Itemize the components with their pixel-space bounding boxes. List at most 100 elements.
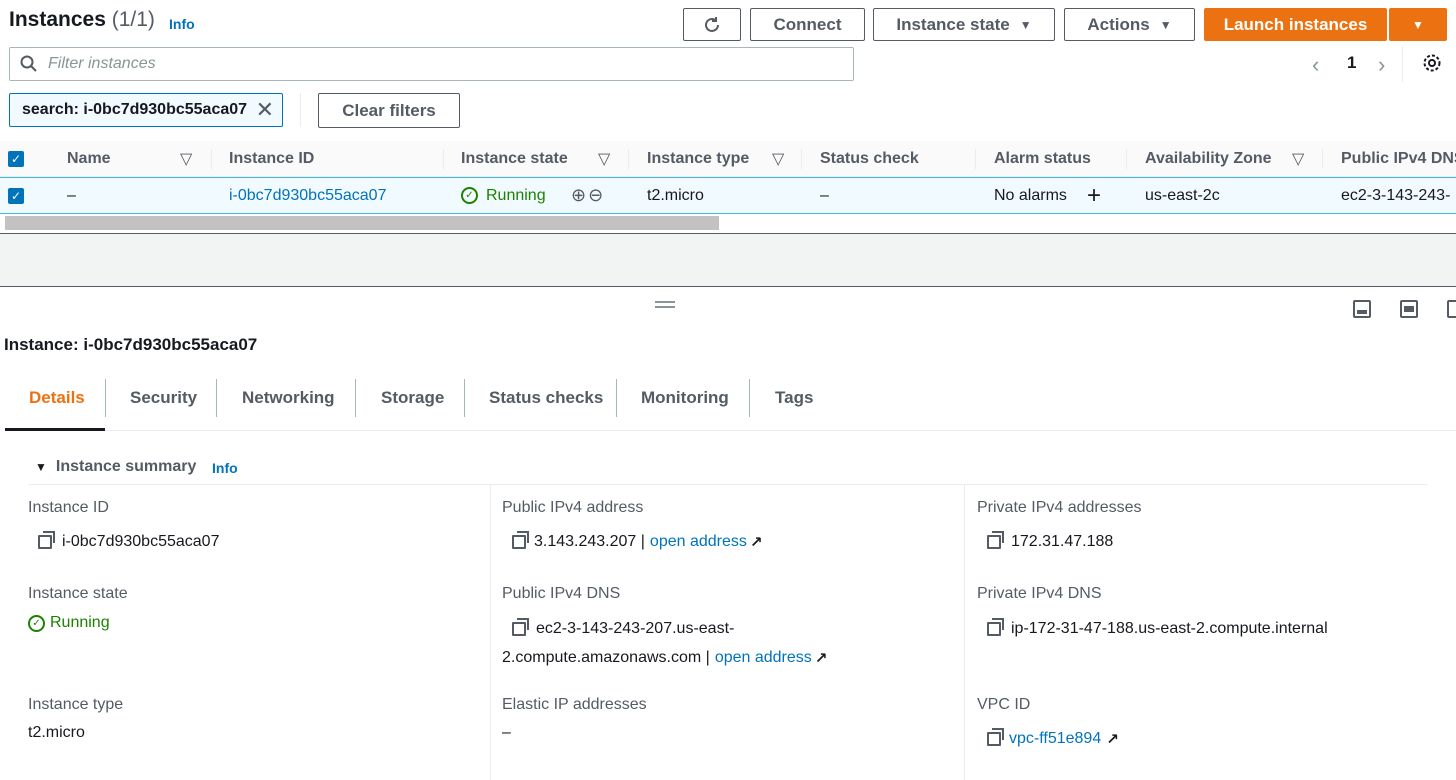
tab-divider — [616, 379, 617, 417]
tab-storage[interactable]: Storage — [381, 365, 444, 431]
page-number[interactable]: 1 — [1347, 53, 1356, 73]
settings-gear-icon[interactable] — [1422, 53, 1442, 78]
page-title: Instances (1/1) — [9, 8, 155, 32]
col-instance-type[interactable]: Instance type — [647, 141, 749, 177]
vpc-link[interactable]: vpc-ff51e894 — [1009, 730, 1101, 748]
external-link-icon[interactable]: ↗ — [815, 649, 828, 667]
tab-tags[interactable]: Tags — [775, 365, 813, 431]
column-divider — [964, 485, 965, 780]
actions-button[interactable]: Actions ▼ — [1064, 8, 1195, 41]
external-link-icon[interactable]: ↗ — [750, 533, 763, 551]
copy-icon[interactable] — [512, 531, 529, 549]
check-icon: ✓ — [8, 151, 24, 167]
col-availability-zone[interactable]: Availability Zone — [1145, 141, 1272, 177]
copy-icon[interactable] — [38, 531, 55, 549]
row-checkbox[interactable]: ✓ — [8, 178, 24, 213]
tab-divider — [749, 379, 750, 417]
panel-side-icon[interactable] — [1447, 300, 1456, 318]
zoom-out-icon[interactable]: ⊖ — [588, 185, 603, 206]
copy-icon[interactable] — [987, 728, 1004, 746]
label-instance-state: Instance state — [28, 585, 128, 602]
search-icon — [20, 55, 37, 72]
cell-dns: ec2-3-143-243- — [1341, 186, 1451, 204]
clear-filters-button[interactable]: Clear filters — [318, 93, 460, 128]
info-link[interactable]: Info — [169, 16, 195, 32]
tab-details[interactable]: Details — [29, 365, 85, 431]
drag-handle-icon[interactable] — [655, 301, 675, 303]
sort-icon[interactable]: ▽ — [180, 141, 192, 177]
close-icon[interactable]: ✕ — [256, 97, 274, 123]
value-public-dns-line2: 2.compute.amazonaws.com | open address ↗ — [502, 649, 827, 667]
tab-divider — [464, 379, 465, 417]
section-divider — [28, 484, 1428, 485]
select-all-checkbox[interactable]: ✓ — [8, 141, 24, 177]
label-elastic-ip: Elastic IP addresses — [502, 696, 647, 713]
connect-button[interactable]: Connect — [750, 8, 865, 41]
tab-status-checks[interactable]: Status checks — [489, 365, 603, 431]
column-divider — [1322, 149, 1323, 169]
tab-security[interactable]: Security — [130, 365, 197, 431]
sort-icon[interactable]: ▽ — [598, 141, 610, 177]
column-divider — [443, 149, 444, 169]
tab-monitoring[interactable]: Monitoring — [641, 365, 729, 431]
column-divider — [628, 149, 629, 169]
open-address-link[interactable]: open address — [650, 533, 747, 551]
detail-tabs: Details Security Networking Storage Stat… — [5, 365, 1456, 431]
drag-handle-icon-line — [655, 306, 675, 308]
public-dns-text-2: 2.compute.amazonaws.com | — [502, 649, 710, 666]
tab-divider — [105, 379, 106, 417]
label-instance-id: Instance ID — [28, 499, 109, 516]
label-public-ip: Public IPv4 address — [502, 499, 644, 516]
filter-token[interactable]: search: i-0bc7d930bc55aca07 ✕ — [9, 93, 283, 127]
value-private-ip: 172.31.47.188 — [987, 531, 1114, 551]
pagination-divider — [1402, 46, 1403, 82]
col-public-dns[interactable]: Public IPv4 DNS — [1341, 141, 1456, 177]
toolbar-divider — [300, 93, 301, 127]
active-tab-indicator — [5, 428, 105, 431]
summary-info-link[interactable]: Info — [212, 460, 238, 476]
tab-networking[interactable]: Networking — [242, 365, 335, 431]
col-status-check[interactable]: Status check — [820, 141, 919, 177]
add-alarm-icon[interactable]: + — [1087, 178, 1101, 213]
copy-icon[interactable] — [512, 618, 529, 636]
instance-state-text: Running — [50, 614, 110, 631]
column-divider — [211, 149, 212, 169]
instance-id-text: i-0bc7d930bc55aca07 — [62, 533, 220, 550]
filter-input[interactable]: Filter instances — [9, 47, 854, 81]
external-link-icon[interactable]: ↗ — [1106, 730, 1119, 748]
sort-icon[interactable]: ▽ — [772, 141, 784, 177]
value-instance-type: t2.micro — [28, 724, 85, 741]
check-circle-icon: ✓ — [461, 187, 478, 204]
col-name[interactable]: Name — [67, 141, 111, 177]
copy-icon[interactable] — [987, 531, 1004, 549]
col-alarm-status[interactable]: Alarm status — [994, 141, 1091, 177]
instance-state-button[interactable]: Instance state ▼ — [873, 8, 1055, 41]
panel-bottom-icon[interactable] — [1353, 300, 1371, 318]
tab-divider — [355, 379, 356, 417]
col-instance-state[interactable]: Instance state — [461, 141, 568, 177]
launch-dropdown-button[interactable]: ▼ — [1389, 8, 1447, 41]
refresh-button[interactable] — [683, 8, 741, 41]
panel-middle-icon[interactable] — [1400, 300, 1418, 318]
instance-summary-toggle[interactable]: ▼ Instance summary — [35, 458, 196, 476]
value-private-dns: ip-172-31-47-188.us-east-2.compute.inter… — [987, 618, 1328, 638]
split-divider[interactable] — [0, 286, 1456, 287]
filter-placeholder: Filter instances — [48, 55, 156, 72]
prev-page-icon[interactable]: ‹ — [1312, 52, 1319, 78]
sort-icon[interactable]: ▽ — [1292, 141, 1304, 177]
private-ip-text: 172.31.47.188 — [1011, 533, 1114, 550]
zoom-in-icon[interactable]: ⊕ — [571, 185, 586, 206]
col-instance-id[interactable]: Instance ID — [229, 141, 314, 177]
cell-instance-id-link[interactable]: i-0bc7d930bc55aca07 — [229, 178, 386, 213]
horizontal-scrollbar[interactable] — [5, 216, 719, 230]
table-empty-area — [0, 234, 1456, 286]
open-address-link[interactable]: open address — [715, 649, 812, 667]
launch-instances-button[interactable]: Launch instances — [1204, 8, 1387, 41]
copy-icon[interactable] — [987, 618, 1004, 636]
value-public-ip: 3.143.243.207 | open address ↗ — [512, 531, 763, 551]
public-dns-text-1: ec2-3-143-243-207.us-east- — [536, 620, 735, 637]
section-title: Instance summary — [55, 458, 197, 475]
instance-state-label: Instance state — [896, 14, 1010, 34]
table-row[interactable]: ✓ – i-0bc7d930bc55aca07 ✓ Running ⊕ ⊖ t2.… — [0, 177, 1456, 214]
next-page-icon[interactable]: › — [1378, 52, 1385, 78]
